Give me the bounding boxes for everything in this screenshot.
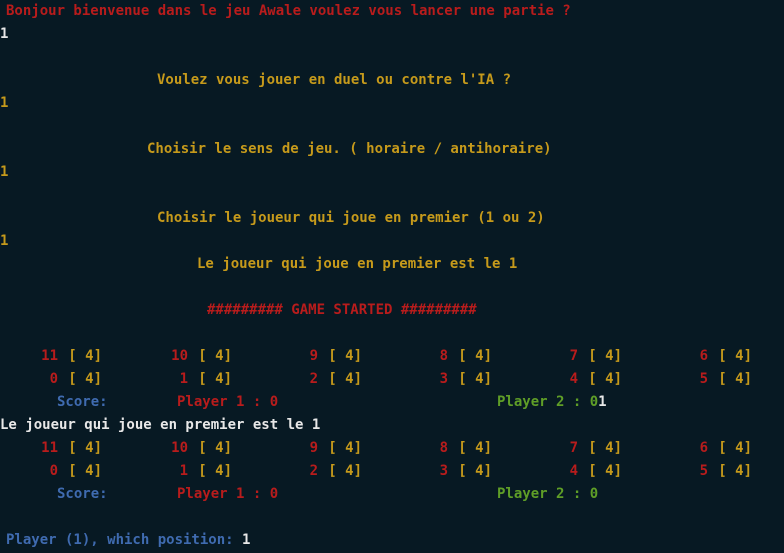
game-started-banner: ######### GAME STARTED ######### [207, 302, 477, 318]
pit-seeds: [ 4] [198, 440, 232, 456]
pit-seeds: [ 4] [588, 463, 622, 479]
pit-seeds: [ 4] [718, 440, 752, 456]
pit: 6 [ 4] [680, 345, 752, 368]
pit: 9 [ 4] [290, 345, 362, 368]
pit-position: 5 [699, 463, 708, 479]
pit-seeds: [ 4] [458, 440, 492, 456]
pit-position: 5 [699, 371, 708, 387]
pit-seeds: [ 4] [328, 371, 362, 387]
pit-seeds: [ 4] [718, 348, 752, 364]
first-player-question: Choisir le joueur qui joue en premier (1… [157, 210, 545, 226]
pit-position: 7 [569, 440, 578, 456]
pit: 4 [ 4] [550, 460, 622, 483]
pit: 0 [ 4] [30, 368, 102, 391]
player2-score: Player 2 : 0 [497, 486, 599, 502]
pit-seeds: [ 4] [718, 371, 752, 387]
player1-score: Player 1 : 0 [177, 394, 279, 410]
pit: 11 [ 4] [30, 437, 102, 460]
pit: 0 [ 4] [30, 460, 102, 483]
pit-seeds: [ 4] [198, 348, 232, 364]
direction-answer: 1 [0, 164, 9, 180]
pit-position: 2 [309, 371, 318, 387]
pit-seeds: [ 4] [458, 463, 492, 479]
score-label: Score: [57, 486, 108, 502]
pit-position: 4 [569, 371, 578, 387]
pit: 8 [ 4] [420, 345, 492, 368]
pit: 5 [ 4] [680, 460, 752, 483]
pit-position: 3 [439, 371, 448, 387]
pit-position: 11 [41, 440, 58, 456]
pit: 6 [ 4] [680, 437, 752, 460]
pit: 4 [ 4] [550, 368, 622, 391]
pit: 1 [ 4] [160, 368, 232, 391]
position-prompt-label: Player (1), which position: [6, 532, 234, 548]
turn-message: Le joueur qui joue en premier est le 1 [0, 417, 321, 433]
pit-position: 2 [309, 463, 318, 479]
pit-seeds: [ 4] [328, 440, 362, 456]
pit-position: 0 [49, 371, 58, 387]
score-label: Score: [57, 394, 108, 410]
pit-seeds: [ 4] [328, 348, 362, 364]
pit-position: 1 [179, 463, 188, 479]
player2-score: Player 2 : 0 [497, 394, 599, 410]
position-prompt-line[interactable]: Player (1), which position: 1 [6, 529, 250, 552]
pit-seeds: [ 4] [68, 440, 102, 456]
pit-position: 6 [699, 348, 708, 364]
pit-position: 7 [569, 348, 578, 364]
pit-seeds: [ 4] [198, 463, 232, 479]
pit: 5 [ 4] [680, 368, 752, 391]
pit-seeds: [ 4] [68, 371, 102, 387]
pit-position: 10 [171, 440, 188, 456]
pit-position: 4 [569, 463, 578, 479]
pit: 11 [ 4] [30, 345, 102, 368]
pit-seeds: [ 4] [588, 348, 622, 364]
direction-question: Choisir le sens de jeu. ( horaire / anti… [147, 141, 552, 157]
pit: 3 [ 4] [420, 368, 492, 391]
mode-answer: 1 [0, 95, 9, 111]
pit-position: 9 [309, 348, 318, 364]
pit: 8 [ 4] [420, 437, 492, 460]
pit-position: 8 [439, 348, 448, 364]
pit-seeds: [ 4] [458, 348, 492, 364]
pit-position: 3 [439, 463, 448, 479]
position-input[interactable]: 1 [242, 532, 250, 548]
pit: 10 [ 4] [160, 345, 232, 368]
pit-seeds: [ 4] [68, 463, 102, 479]
pit-position: 0 [49, 463, 58, 479]
pit-seeds: [ 4] [458, 371, 492, 387]
player2-score-line: Player 2 : 01 [497, 391, 607, 414]
pit-seeds: [ 4] [68, 348, 102, 364]
pit: 2 [ 4] [290, 460, 362, 483]
pit-seeds: [ 4] [328, 463, 362, 479]
typed-input: 1 [598, 394, 607, 410]
pit-position: 10 [171, 348, 188, 364]
pit: 7 [ 4] [550, 437, 622, 460]
pit: 10 [ 4] [160, 437, 232, 460]
pit-position: 6 [699, 440, 708, 456]
pit: 1 [ 4] [160, 460, 232, 483]
pit: 9 [ 4] [290, 437, 362, 460]
player1-score: Player 1 : 0 [177, 486, 279, 502]
pit-position: 9 [309, 440, 318, 456]
pit: 7 [ 4] [550, 345, 622, 368]
first-player-answer: 1 [0, 233, 9, 249]
pit-position: 1 [179, 371, 188, 387]
welcome-answer: 1 [0, 26, 9, 42]
first-player-result: Le joueur qui joue en premier est le 1 [197, 256, 518, 272]
pit: 3 [ 4] [420, 460, 492, 483]
pit-seeds: [ 4] [588, 371, 622, 387]
pit-seeds: [ 4] [718, 463, 752, 479]
pit-seeds: [ 4] [588, 440, 622, 456]
pit-position: 11 [41, 348, 58, 364]
pit-seeds: [ 4] [198, 371, 232, 387]
mode-question: Voulez vous jouer en duel ou contre l'IA… [157, 72, 512, 88]
pit: 2 [ 4] [290, 368, 362, 391]
welcome-question: Bonjour bienvenue dans le jeu Awale voul… [6, 3, 571, 19]
pit-position: 8 [439, 440, 448, 456]
